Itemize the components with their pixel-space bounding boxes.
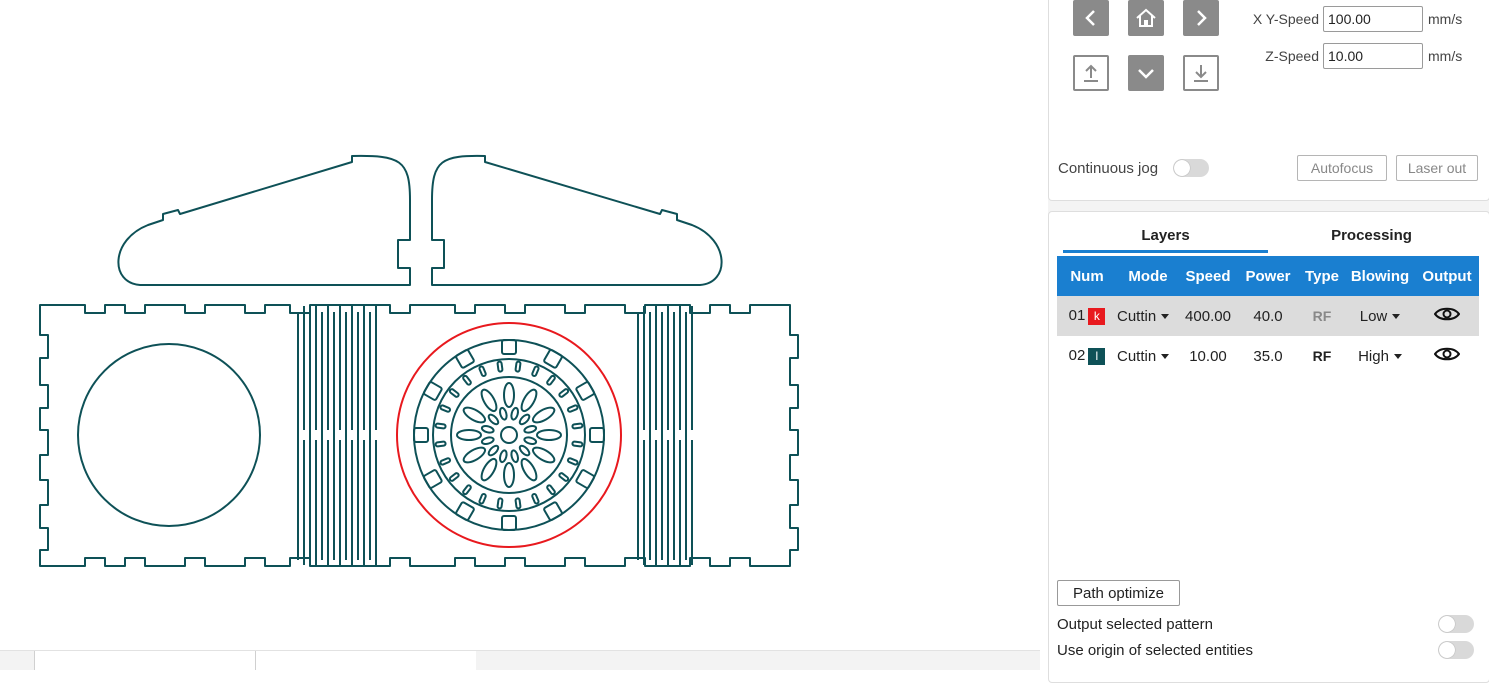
side-panel-left[interactable]: [117, 154, 411, 286]
layer-row[interactable]: 01 k Cuttin 400.00 40.0 RF Low: [1057, 296, 1479, 336]
tab-layers[interactable]: Layers: [1063, 220, 1268, 253]
caret-down-icon: [1393, 354, 1402, 360]
status-strip: [0, 650, 1040, 670]
eye-icon: [1433, 347, 1461, 361]
layer-num-cell: 01 k: [1057, 296, 1117, 336]
z-speed-unit: mm/s: [1428, 48, 1463, 64]
layer-row[interactable]: 02 l Cuttin 10.00 35.0 RF High: [1057, 336, 1479, 376]
jog-down-button[interactable]: [1128, 55, 1164, 91]
xy-speed-label: X Y-Speed: [1252, 11, 1319, 27]
layer-color-badge[interactable]: l: [1088, 347, 1106, 365]
layer-type: RF: [1312, 348, 1332, 364]
z-speed-label: Z-Speed: [1265, 48, 1319, 64]
z-speed-input[interactable]: [1323, 43, 1423, 69]
status-segment: [34, 651, 255, 670]
layer-output-toggle[interactable]: [1415, 296, 1479, 336]
home-icon: [1136, 8, 1156, 27]
jog-left-button[interactable]: [1073, 0, 1109, 36]
use-origin-toggle[interactable]: [1438, 641, 1474, 659]
jog-home-button[interactable]: [1128, 0, 1164, 36]
right-panel: X Y-Speed mm/s Z-Speed mm/s Continuous j…: [1048, 0, 1489, 683]
column-header-num: Num: [1057, 256, 1117, 296]
laser-out-button[interactable]: Laser out: [1396, 155, 1478, 181]
layers-card: Layers Processing Num Mode Speed Power T…: [1048, 211, 1489, 683]
column-header-speed: Speed: [1179, 256, 1237, 296]
column-header-mode: Mode: [1117, 256, 1179, 296]
layer-num: 02: [1068, 347, 1086, 365]
column-header-power: Power: [1237, 256, 1299, 296]
layer-power[interactable]: 40.0: [1237, 296, 1299, 336]
output-selected-toggle[interactable]: [1438, 615, 1474, 633]
chevron-right-icon: [1197, 10, 1207, 26]
design-canvas[interactable]: [0, 0, 1048, 670]
column-header-type: Type: [1299, 256, 1345, 296]
xy-speed-input[interactable]: [1323, 6, 1423, 32]
side-panel-right[interactable]: [431, 154, 723, 286]
layer-mode-dropdown[interactable]: Cuttin: [1117, 296, 1179, 336]
z-up-button[interactable]: [1073, 55, 1109, 91]
layer-output-toggle[interactable]: [1415, 336, 1479, 376]
xy-speed-unit: mm/s: [1428, 11, 1463, 27]
chevron-down-icon: [1138, 69, 1154, 79]
clock-face-pattern[interactable]: [413, 339, 605, 531]
autofocus-button[interactable]: Autofocus: [1297, 155, 1387, 181]
upload-icon: [1084, 64, 1098, 82]
layer-mode-dropdown[interactable]: Cuttin: [1117, 336, 1179, 376]
column-header-output: Output: [1415, 256, 1479, 296]
layer-num: 01: [1068, 307, 1086, 325]
selection-outline: [396, 322, 622, 548]
layer-table-header: Num Mode Speed Power Type Blowing Output: [1057, 256, 1479, 296]
layer-color-badge[interactable]: k: [1088, 307, 1106, 325]
layer-num-cell: 02 l: [1057, 336, 1117, 376]
path-optimize-button[interactable]: Path optimize: [1057, 580, 1180, 606]
continuous-jog-toggle[interactable]: [1173, 159, 1209, 177]
download-icon: [1194, 65, 1208, 82]
circle-cutout[interactable]: [77, 343, 261, 527]
layer-type: RF: [1299, 296, 1345, 336]
caret-down-icon: [1392, 314, 1401, 320]
living-hinge-right[interactable]: [637, 306, 693, 565]
layer-speed[interactable]: 10.00: [1179, 336, 1237, 376]
jog-control-card: X Y-Speed mm/s Z-Speed mm/s Continuous j…: [1048, 0, 1489, 201]
layer-blowing-dropdown[interactable]: Low: [1345, 296, 1415, 336]
caret-down-icon: [1161, 314, 1170, 320]
layer-power[interactable]: 35.0: [1237, 336, 1299, 376]
layer-table: Num Mode Speed Power Type Blowing Output…: [1057, 256, 1479, 376]
status-segment: [255, 651, 476, 670]
caret-down-icon: [1161, 354, 1170, 360]
design-drawing[interactable]: [0, 0, 1048, 650]
use-origin-label: Use origin of selected entities: [1057, 642, 1253, 659]
continuous-jog-label: Continuous jog: [1058, 160, 1159, 177]
eye-icon: [1433, 307, 1461, 321]
layer-blowing-dropdown[interactable]: High: [1345, 336, 1415, 376]
box-main-panel[interactable]: [39, 304, 799, 567]
living-hinge-left[interactable]: [297, 306, 377, 565]
layer-speed[interactable]: 400.00: [1179, 296, 1237, 336]
tab-processing[interactable]: Processing: [1269, 220, 1474, 250]
output-selected-label: Output selected pattern: [1057, 616, 1213, 633]
column-header-blowing: Blowing: [1345, 256, 1415, 296]
chevron-left-icon: [1085, 10, 1095, 26]
